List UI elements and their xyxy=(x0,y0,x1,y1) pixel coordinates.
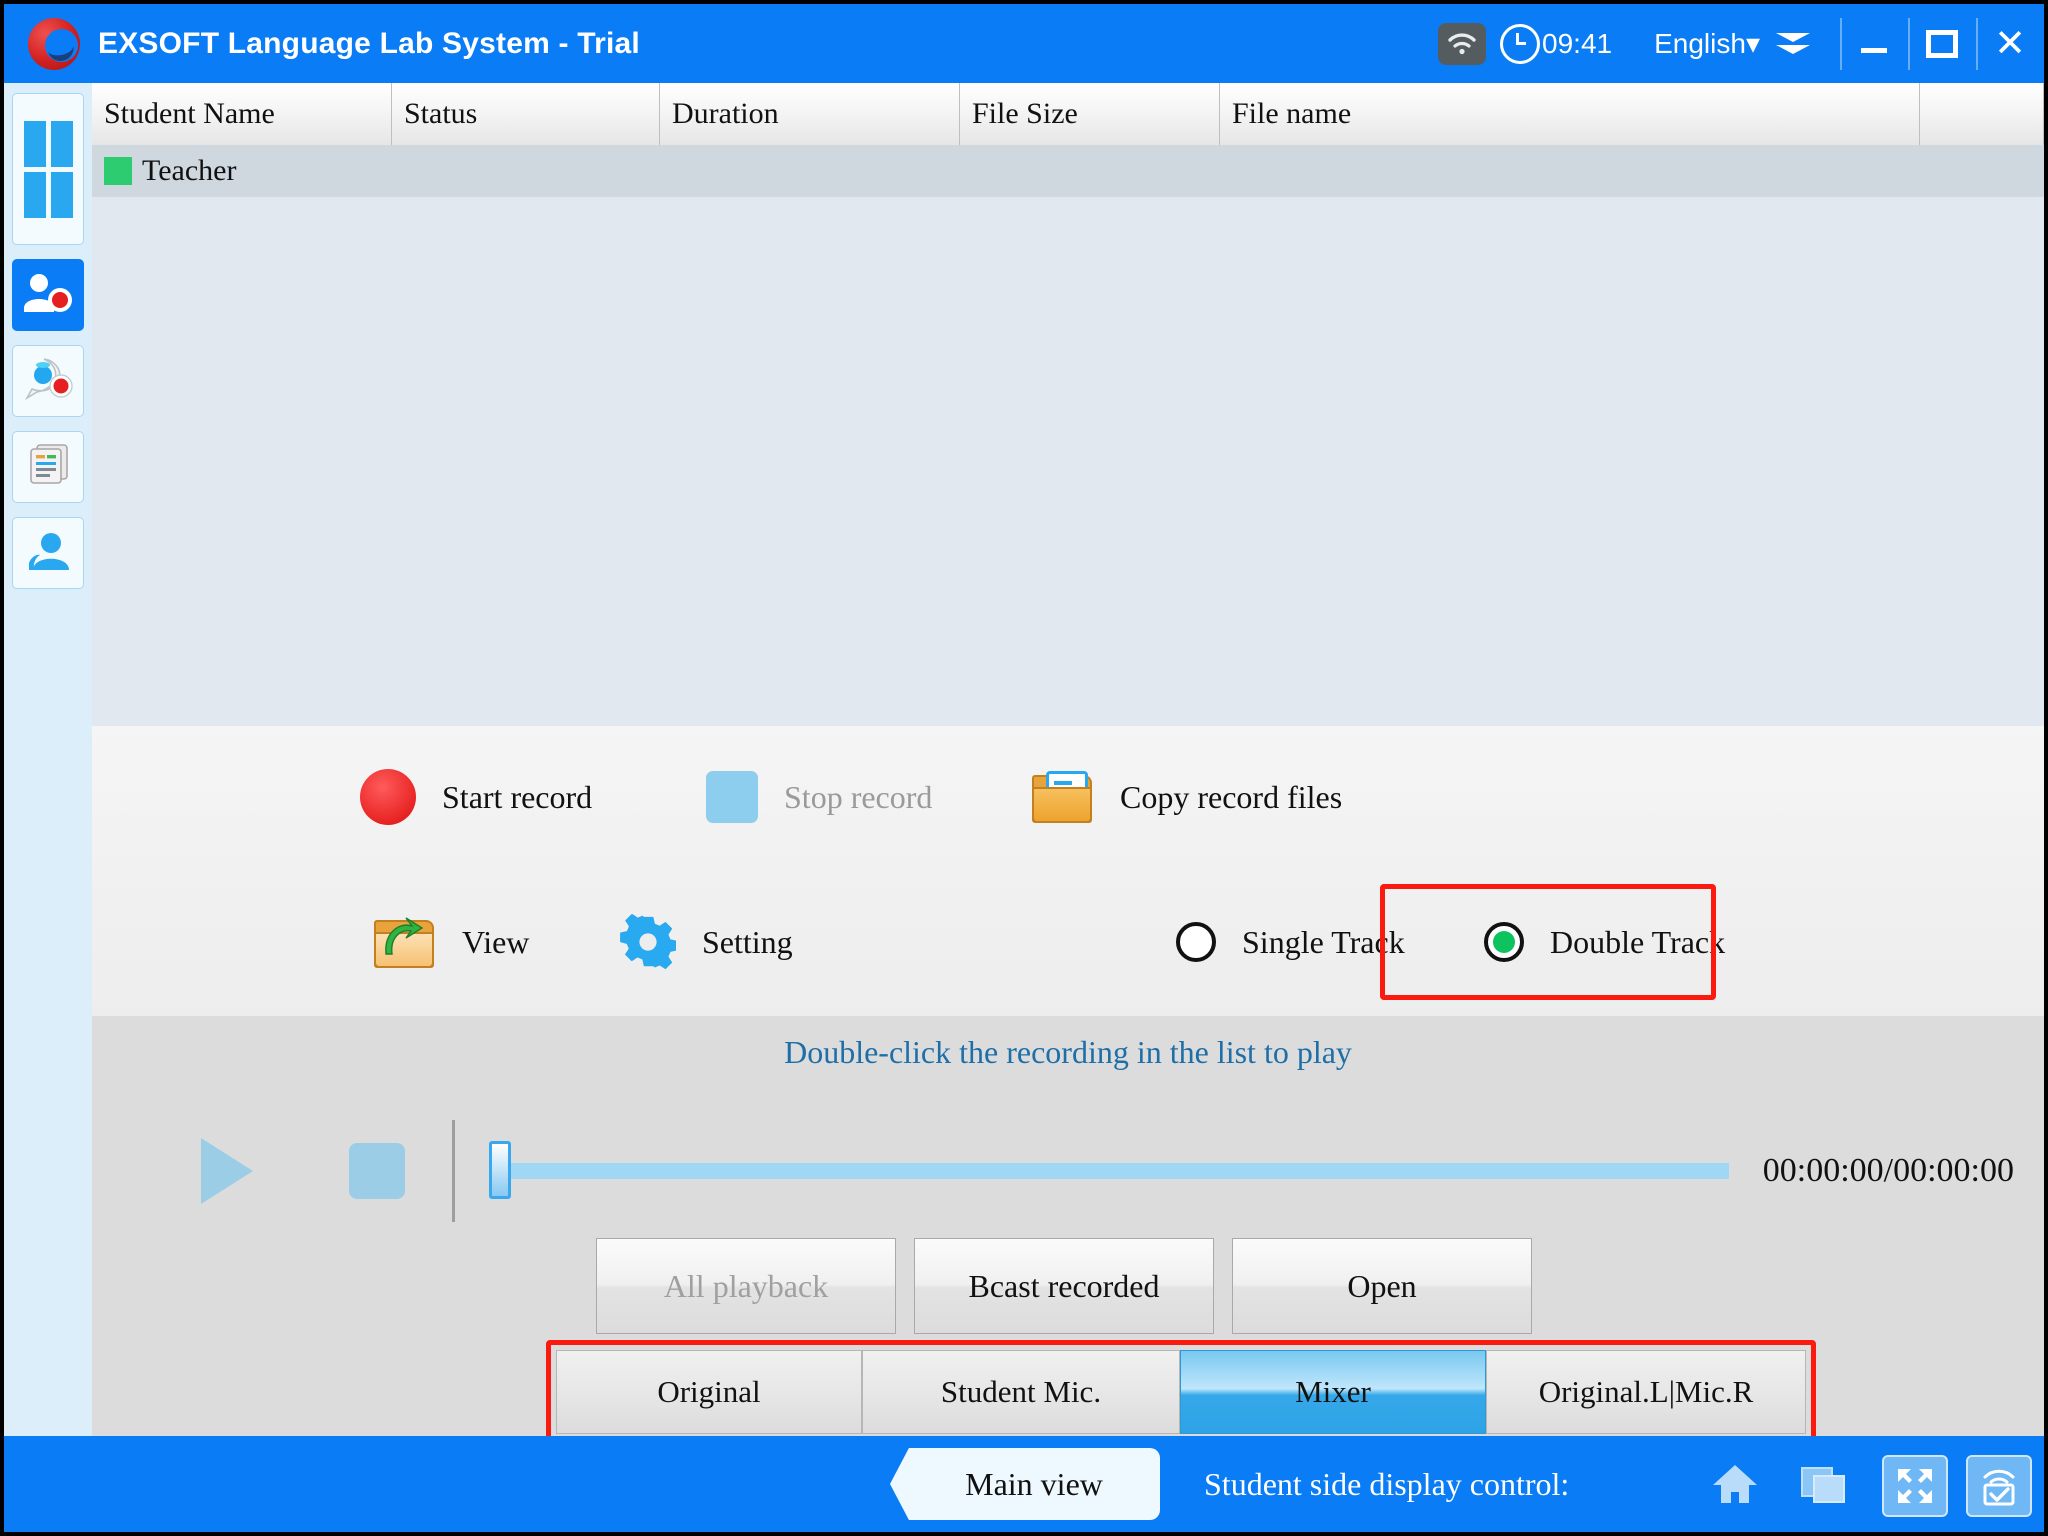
application-window: EXSOFT Language Lab System - Trial 09:41… xyxy=(0,0,2048,1536)
record-list-body[interactable] xyxy=(92,197,2044,726)
display-control-label: Student side display control: xyxy=(1204,1465,1570,1502)
title-bar-right-group: 09:41 English▾ ✕ xyxy=(1438,4,2044,83)
view-label: View xyxy=(462,923,530,960)
grid-icon xyxy=(23,120,73,218)
bottom-bar: Main view Student side display control: xyxy=(4,1436,2044,1532)
user-icon xyxy=(25,530,71,577)
track-selector: Original Student Mic. Mixer Original.L|M… xyxy=(556,1350,1806,1434)
main-view-tab[interactable]: Main view xyxy=(890,1448,1160,1520)
column-header-spacer xyxy=(1920,83,2044,145)
sidebar-item-user-profile[interactable] xyxy=(12,517,84,589)
close-button[interactable]: ✕ xyxy=(1976,4,2044,83)
language-selector[interactable]: English▾ xyxy=(1654,27,1760,60)
track-button-original[interactable]: Original xyxy=(556,1350,862,1434)
bcast-recorded-button[interactable]: Bcast recorded xyxy=(914,1238,1214,1334)
sidebar xyxy=(4,83,93,1436)
column-header-file-size[interactable]: File Size xyxy=(960,83,1220,145)
single-track-label: Single Track xyxy=(1242,923,1405,960)
windows-cascade-icon[interactable] xyxy=(1794,1455,1856,1513)
main-view-label: Main view xyxy=(965,1465,1103,1502)
playback-transport: 00:00:00/00:00:00 xyxy=(152,1116,2014,1226)
single-track-radio[interactable]: Single Track xyxy=(1176,868,1405,1016)
track-button-original-l-mic-r[interactable]: Original.L|Mic.R xyxy=(1486,1350,1806,1434)
radio-unselected-icon xyxy=(1176,922,1216,962)
column-header-student-name[interactable]: Student Name xyxy=(92,83,392,145)
double-track-label: Double Track xyxy=(1550,923,1726,960)
copy-record-files-button[interactable]: Copy record files xyxy=(1032,726,1342,868)
wifi-icon[interactable] xyxy=(1438,22,1487,65)
playback-hint: Double-click the recording in the list t… xyxy=(784,1034,1352,1070)
sidebar-item-documents[interactable] xyxy=(12,431,84,503)
start-record-button[interactable]: Start record xyxy=(360,726,592,868)
title-bar: EXSOFT Language Lab System - Trial 09:41… xyxy=(4,4,2044,83)
record-circle-icon xyxy=(360,769,416,825)
record-controls-row-1: Start record Stop record Copy record fil… xyxy=(92,726,2044,868)
timecode-display: 00:00:00/00:00:00 xyxy=(1762,1152,2014,1189)
home-icon[interactable] xyxy=(1704,1455,1766,1513)
progress-track[interactable] xyxy=(489,1141,1729,1199)
double-track-radio[interactable]: Double Track xyxy=(1484,868,1725,1016)
record-table-header: Student Name Status Duration File Size F… xyxy=(92,83,2044,146)
record-controls-panel: Start record Stop record Copy record fil… xyxy=(92,726,2044,1017)
folder-open-arrow-icon xyxy=(374,916,436,968)
status-badge xyxy=(104,157,132,185)
stop-record-label: Stop record xyxy=(784,778,933,815)
setting-label: Setting xyxy=(702,923,793,960)
playback-buttons: All playback Bcast recorded Open xyxy=(596,1238,1532,1334)
fullscreen-expand-icon[interactable] xyxy=(1882,1455,1948,1517)
gear-icon xyxy=(620,913,678,970)
track-button-mixer[interactable]: Mixer xyxy=(1180,1350,1486,1434)
column-header-status[interactable]: Status xyxy=(392,83,660,145)
progress-thumb[interactable] xyxy=(489,1141,511,1199)
open-button[interactable]: Open xyxy=(1232,1238,1532,1334)
playback-panel: Double-click the recording in the list t… xyxy=(92,1016,2044,1444)
clock-time: 09:41 xyxy=(1542,27,1613,59)
play-icon xyxy=(201,1138,253,1204)
stop-record-button[interactable]: Stop record xyxy=(706,726,932,868)
progress-slider[interactable] xyxy=(489,1141,1729,1199)
transport-divider xyxy=(452,1120,455,1222)
person-record-icon xyxy=(22,272,74,319)
app-title: EXSOFT Language Lab System - Trial xyxy=(98,26,640,60)
exsoft-logo-icon xyxy=(28,17,80,70)
play-button[interactable] xyxy=(152,1138,302,1204)
table-cell-student-name: Teacher xyxy=(142,154,237,187)
view-button[interactable]: View xyxy=(374,868,529,1016)
double-chevron-down-icon[interactable] xyxy=(1776,33,1810,54)
minimize-button[interactable] xyxy=(1840,4,1908,83)
clock-icon xyxy=(1500,23,1541,64)
sidebar-item-voice-record[interactable] xyxy=(12,345,84,417)
radio-selected-icon xyxy=(1484,922,1524,962)
folder-document-icon xyxy=(1032,771,1094,823)
broadcast-screen-icon[interactable] xyxy=(1966,1455,2032,1517)
green-arrow-icon xyxy=(385,917,424,955)
column-header-duration[interactable]: Duration xyxy=(660,83,960,145)
record-controls-row-2: View Setting Single Track Double Track xyxy=(92,868,2044,1017)
documents-icon xyxy=(24,443,72,492)
start-record-label: Start record xyxy=(442,778,593,815)
track-button-student-mic[interactable]: Student Mic. xyxy=(862,1350,1180,1434)
sidebar-item-student-record[interactable] xyxy=(12,259,84,331)
setting-button[interactable]: Setting xyxy=(620,868,793,1016)
column-header-file-name[interactable]: File name xyxy=(1220,83,1920,145)
stop-button[interactable] xyxy=(302,1143,452,1199)
all-playback-button[interactable]: All playback xyxy=(596,1238,896,1334)
stop-icon xyxy=(349,1143,405,1199)
table-row[interactable]: Teacher xyxy=(92,145,2044,197)
stop-square-icon xyxy=(706,771,758,823)
sidebar-item-layout-grid[interactable] xyxy=(12,93,84,245)
copy-record-files-label: Copy record files xyxy=(1120,778,1343,815)
clock-display: 09:41 xyxy=(1500,23,1613,64)
maximize-button[interactable] xyxy=(1908,4,1976,83)
speech-bubble-record-icon xyxy=(22,357,74,406)
